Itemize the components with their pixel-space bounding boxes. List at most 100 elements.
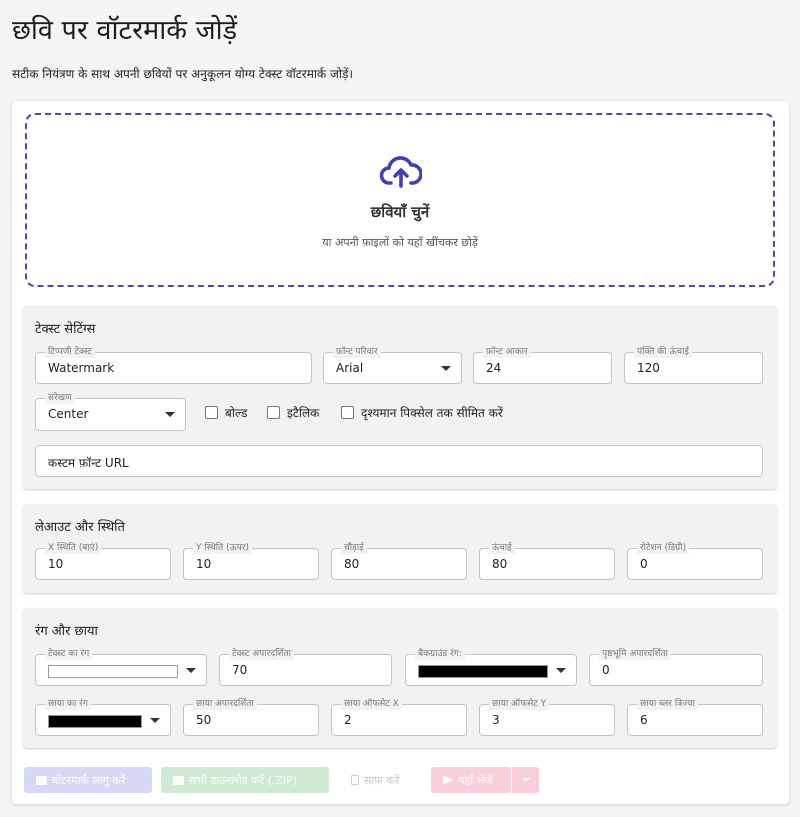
dropzone-title: छवियाँ चुनें: [370, 203, 430, 221]
send-icon: [443, 775, 453, 785]
italic-checkbox[interactable]: इटैलिक: [267, 404, 319, 421]
background-color-swatch: [418, 665, 548, 678]
download-all-zip-button[interactable]: सभी डाउनलोड करें (.ZIP): [161, 767, 329, 793]
field-label: फ़ॉन्ट परिवार: [333, 346, 381, 358]
button-label: सभी डाउनलोड करें (.ZIP): [189, 773, 298, 787]
width-input[interactable]: चौड़ाई 80: [331, 542, 467, 580]
shadow-blur-input[interactable]: छाया ब्लर त्रिज्या 6: [627, 698, 763, 736]
field-label: चौड़ाई: [341, 542, 367, 554]
chevron-down-icon: [441, 366, 451, 371]
cloud-upload-icon: [380, 156, 422, 188]
font-size-input[interactable]: फ़ॉन्ट आकार 24: [473, 346, 612, 384]
shadow-color-picker[interactable]: छाया का रंग: [35, 698, 171, 736]
section-title-layout: लेआउट और स्थिति: [35, 520, 125, 535]
section-title-text-settings: टेक्स्ट सेटिंग्स: [35, 322, 96, 337]
checkbox-label: दृश्यमान पिक्सेल तक सीमित करें: [361, 406, 503, 420]
send-here-button[interactable]: यहाँ भेजें: [431, 767, 511, 793]
clear-button[interactable]: साफ़ करें: [339, 767, 421, 793]
field-label: छाया ऑफसेट Y: [489, 698, 550, 710]
alignment-select[interactable]: संरेखण Center: [35, 392, 186, 431]
field-value: 50: [196, 713, 212, 727]
field-placeholder: कस्टम फ़ॉन्ट URL: [48, 456, 129, 470]
field-value: Watermark: [48, 361, 115, 375]
shadow-color-swatch: [48, 715, 142, 728]
field-label: छाया अपारदर्शिता: [193, 698, 257, 710]
field-label: बैकग्राउंड रंग:: [415, 648, 465, 660]
field-value: 80: [344, 557, 360, 571]
dropzone-hint: या अपनी फ़ाइलों को यहाँ खींचकर छोड़ें: [322, 236, 478, 249]
field-value: 0: [640, 557, 648, 571]
field-value: 24: [486, 361, 502, 375]
main-card: छवियाँ चुनें या अपनी फ़ाइलों को यहाँ खीं…: [12, 101, 789, 804]
field-label: टिप्पणी टेक्स्ट: [45, 346, 95, 358]
field-value: 80: [492, 557, 508, 571]
field-value: 120: [637, 361, 660, 375]
color-shadow-section: रंग और छाया टेक्स्ट का रंग टेक्स्ट अपारद…: [23, 608, 777, 748]
field-label: छाया का रंग: [45, 698, 91, 710]
chevron-down-icon: [556, 668, 566, 673]
field-value: 10: [48, 557, 64, 571]
field-label: छाया ऑफसेट X: [341, 698, 402, 710]
shadow-offset-y-input[interactable]: छाया ऑफसेट Y 3: [479, 698, 615, 736]
rotation-input[interactable]: रोटेशन (डिग्री) 0: [627, 542, 763, 580]
field-value: Center: [48, 407, 89, 421]
send-options-dropdown[interactable]: [512, 767, 539, 793]
y-position-input[interactable]: Y स्थिति (ऊपर) 10: [183, 542, 319, 580]
checkbox-label: इटैलिक: [287, 406, 320, 420]
field-label: रोटेशन (डिग्री): [637, 542, 690, 554]
trash-icon: [351, 775, 359, 785]
checkbox-box[interactable]: [341, 406, 354, 419]
field-label: Y स्थिति (ऊपर): [193, 542, 252, 554]
shadow-opacity-input[interactable]: छाया अपारदर्शिता 50: [183, 698, 319, 736]
button-label: साफ़ करें: [364, 773, 400, 787]
chevron-down-icon: [150, 718, 160, 723]
font-family-select[interactable]: फ़ॉन्ट परिवार Arial: [323, 346, 462, 384]
clip-visible-checkbox[interactable]: दृश्यमान पिक्सेल तक सीमित करें: [341, 404, 503, 421]
field-value: Arial: [336, 361, 364, 375]
background-color-picker[interactable]: बैकग्राउंड रंग:: [405, 648, 577, 686]
field-value: 2: [344, 713, 352, 727]
layout-section: लेआउट और स्थिति X स्थिति (बाएं) 10 Y स्थ…: [23, 504, 777, 593]
page-subtitle: सटीक नियंत्रण के साथ अपनी छवियों पर अनुक…: [12, 67, 354, 81]
checkbox-box[interactable]: [267, 406, 280, 419]
field-label: X स्थिति (बाएं): [45, 542, 102, 554]
line-height-input[interactable]: पंक्ति की ऊंचाई 120: [624, 346, 763, 384]
field-value: 3: [492, 713, 500, 727]
folder-zip-icon: [173, 775, 184, 785]
field-value: 6: [640, 713, 648, 727]
field-label: ऊंचाई: [489, 542, 515, 554]
shadow-offset-x-input[interactable]: छाया ऑफसेट X 2: [331, 698, 467, 736]
chevron-down-icon: [186, 668, 196, 673]
page-title: छवि पर वॉटरमार्क जोड़ें: [12, 15, 238, 46]
field-value: 70: [232, 663, 248, 677]
field-label: टेक्स्ट अपारदर्शिता: [229, 648, 294, 660]
section-title-colors: रंग और छाया: [35, 624, 98, 639]
field-label: टेक्स्ट का रंग: [45, 648, 93, 660]
field-label: पृष्ठभूमि अपारदर्शिता: [599, 648, 672, 660]
field-value: 10: [196, 557, 212, 571]
image-icon: [36, 775, 47, 785]
background-opacity-input[interactable]: पृष्ठभूमि अपारदर्शिता 0: [589, 648, 763, 686]
comment-text-input[interactable]: टिप्पणी टेक्स्ट Watermark: [35, 346, 312, 384]
checkbox-label: बोल्ड: [225, 406, 248, 420]
image-dropzone[interactable]: छवियाँ चुनें या अपनी फ़ाइलों को यहाँ खीं…: [25, 113, 775, 287]
button-label: वॉटरमार्क लागू करें: [52, 773, 126, 787]
custom-font-url-input[interactable]: कस्टम फ़ॉन्ट URL: [35, 445, 763, 477]
field-value: 0: [602, 663, 610, 677]
field-label: छाया ब्लर त्रिज्या: [637, 698, 698, 710]
checkbox-box[interactable]: [205, 406, 218, 419]
field-label: संरेखण: [45, 392, 75, 404]
text-settings-section: टेक्स्ट सेटिंग्स टिप्पणी टेक्स्ट Waterma…: [23, 306, 777, 489]
chevron-down-icon: [521, 778, 530, 782]
field-label: पंक्ति की ऊंचाई: [634, 346, 692, 358]
apply-watermark-button[interactable]: वॉटरमार्क लागू करें: [24, 767, 152, 793]
text-opacity-input[interactable]: टेक्स्ट अपारदर्शिता 70: [219, 648, 392, 686]
chevron-down-icon: [165, 412, 175, 417]
height-input[interactable]: ऊंचाई 80: [479, 542, 615, 580]
bold-checkbox[interactable]: बोल्ड: [205, 404, 247, 421]
button-label: यहाँ भेजें: [458, 773, 493, 787]
text-color-picker[interactable]: टेक्स्ट का रंग: [35, 648, 207, 686]
field-label: फ़ॉन्ट आकार: [483, 346, 531, 358]
x-position-input[interactable]: X स्थिति (बाएं) 10: [35, 542, 171, 580]
text-color-swatch: [48, 665, 178, 678]
